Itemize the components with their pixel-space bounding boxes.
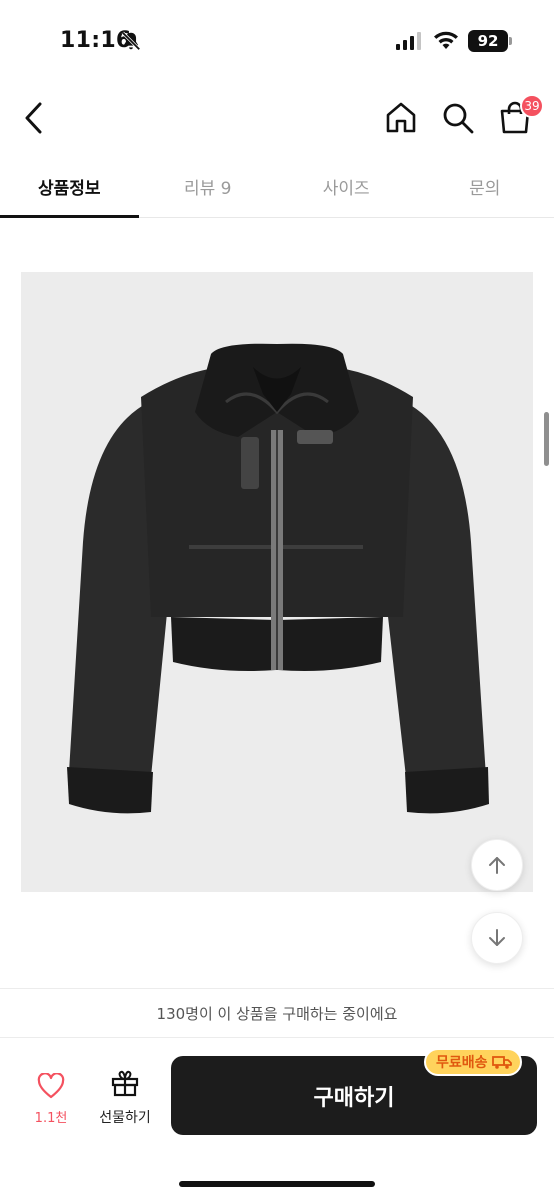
truck-icon — [491, 1056, 512, 1069]
gift-button[interactable]: 선물하기 — [92, 1069, 158, 1127]
battery-indicator: 92 — [468, 30, 508, 52]
search-icon[interactable] — [440, 100, 476, 136]
tab-product-info[interactable]: 상품정보 — [0, 160, 139, 218]
cart-count-badge: 39 — [520, 94, 544, 118]
like-count: 1.1천 — [34, 1111, 68, 1126]
arrow-down-icon — [489, 929, 505, 946]
product-image — [21, 272, 533, 892]
top-nav: 39 — [0, 88, 554, 148]
like-button[interactable]: 1.1천 — [26, 1072, 76, 1126]
home-indicator — [179, 1181, 375, 1187]
scrollbar[interactable] — [544, 412, 549, 466]
bottom-action-bar: 1.1천 선물하기 구매하기 무료배송 — [0, 1039, 554, 1200]
wifi-icon — [434, 31, 458, 49]
home-icon[interactable] — [383, 100, 419, 136]
product-tabs: 상품정보 리뷰 9 사이즈 문의 — [0, 160, 554, 218]
jacket-illustration — [67, 343, 489, 814]
arrow-up-icon — [489, 857, 505, 874]
scroll-top-button[interactable] — [471, 839, 523, 891]
battery-tip — [509, 37, 512, 45]
signal-icon — [396, 32, 421, 50]
tab-size[interactable]: 사이즈 — [277, 160, 416, 217]
free-shipping-badge: 무료배송 — [424, 1048, 522, 1076]
status-bar: 11:16 92 — [0, 0, 554, 80]
scroll-bottom-button[interactable] — [471, 912, 523, 964]
bell-slash-icon — [121, 31, 141, 51]
tab-inquiry[interactable]: 문의 — [416, 160, 554, 217]
back-icon[interactable] — [20, 98, 48, 138]
free-shipping-label: 무료배송 — [436, 1055, 488, 1071]
heart-icon — [37, 1072, 65, 1099]
purchase-activity-notice: 130명이 이 상품을 구매하는 중이에요 — [0, 988, 554, 1038]
gift-icon — [111, 1070, 139, 1097]
gift-label: 선물하기 — [99, 1110, 151, 1126]
tab-reviews[interactable]: 리뷰 9 — [139, 160, 278, 217]
buy-button-label: 구매하기 — [313, 1085, 395, 1111]
